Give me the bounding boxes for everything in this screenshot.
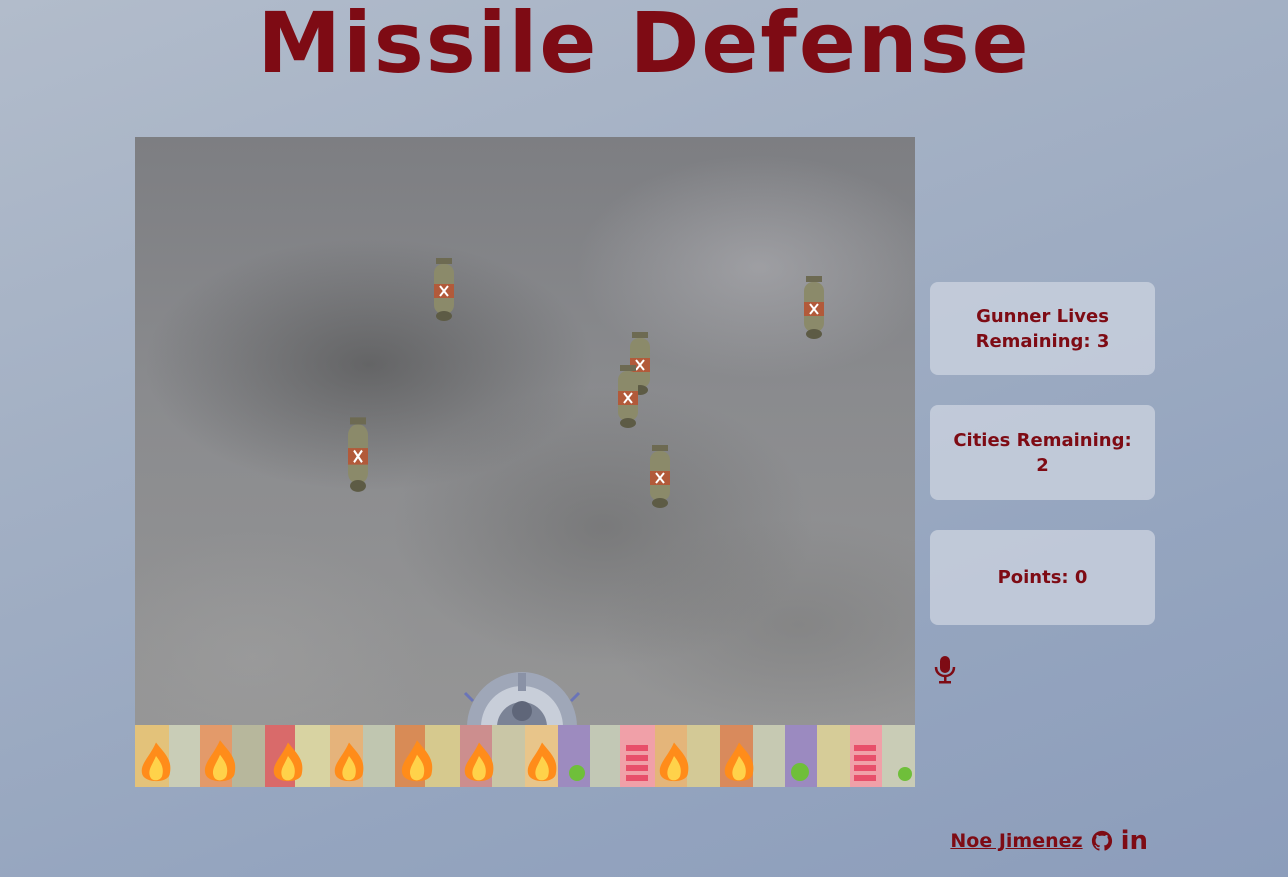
burning-city-block <box>200 721 265 787</box>
game-canvas[interactable] <box>135 137 915 787</box>
linkedin-icon[interactable]: in <box>1121 826 1148 856</box>
burning-city-block <box>135 721 200 787</box>
footer: Noe Jimenez in <box>950 826 1148 856</box>
points-panel: Points: 0 <box>930 530 1155 625</box>
missile-icon <box>434 258 454 321</box>
missile-icon <box>618 365 638 428</box>
city-block <box>590 721 655 787</box>
missile-icon <box>804 276 824 339</box>
missile-icon <box>348 417 368 492</box>
city-row <box>135 721 915 787</box>
burning-city-block <box>460 721 525 787</box>
cities-panel: Cities Remaining: 2 <box>930 405 1155 500</box>
city-block <box>785 721 850 787</box>
author-link[interactable]: Noe Jimenez <box>950 830 1082 852</box>
gunner-turret-icon[interactable] <box>463 671 581 727</box>
burning-city-block <box>655 721 720 787</box>
microphone-icon[interactable] <box>934 655 956 685</box>
burning-city-block <box>525 721 590 787</box>
burning-city-block <box>720 721 785 787</box>
page-title: Missile Defense <box>257 0 1031 92</box>
burning-city-block <box>265 721 330 787</box>
burning-city-block <box>330 721 395 787</box>
lives-panel: Gunner Lives Remaining: 3 <box>930 282 1155 375</box>
city-block <box>850 721 915 787</box>
github-icon[interactable] <box>1091 830 1113 852</box>
burning-city-block <box>395 721 460 787</box>
missile-icon <box>650 445 670 508</box>
